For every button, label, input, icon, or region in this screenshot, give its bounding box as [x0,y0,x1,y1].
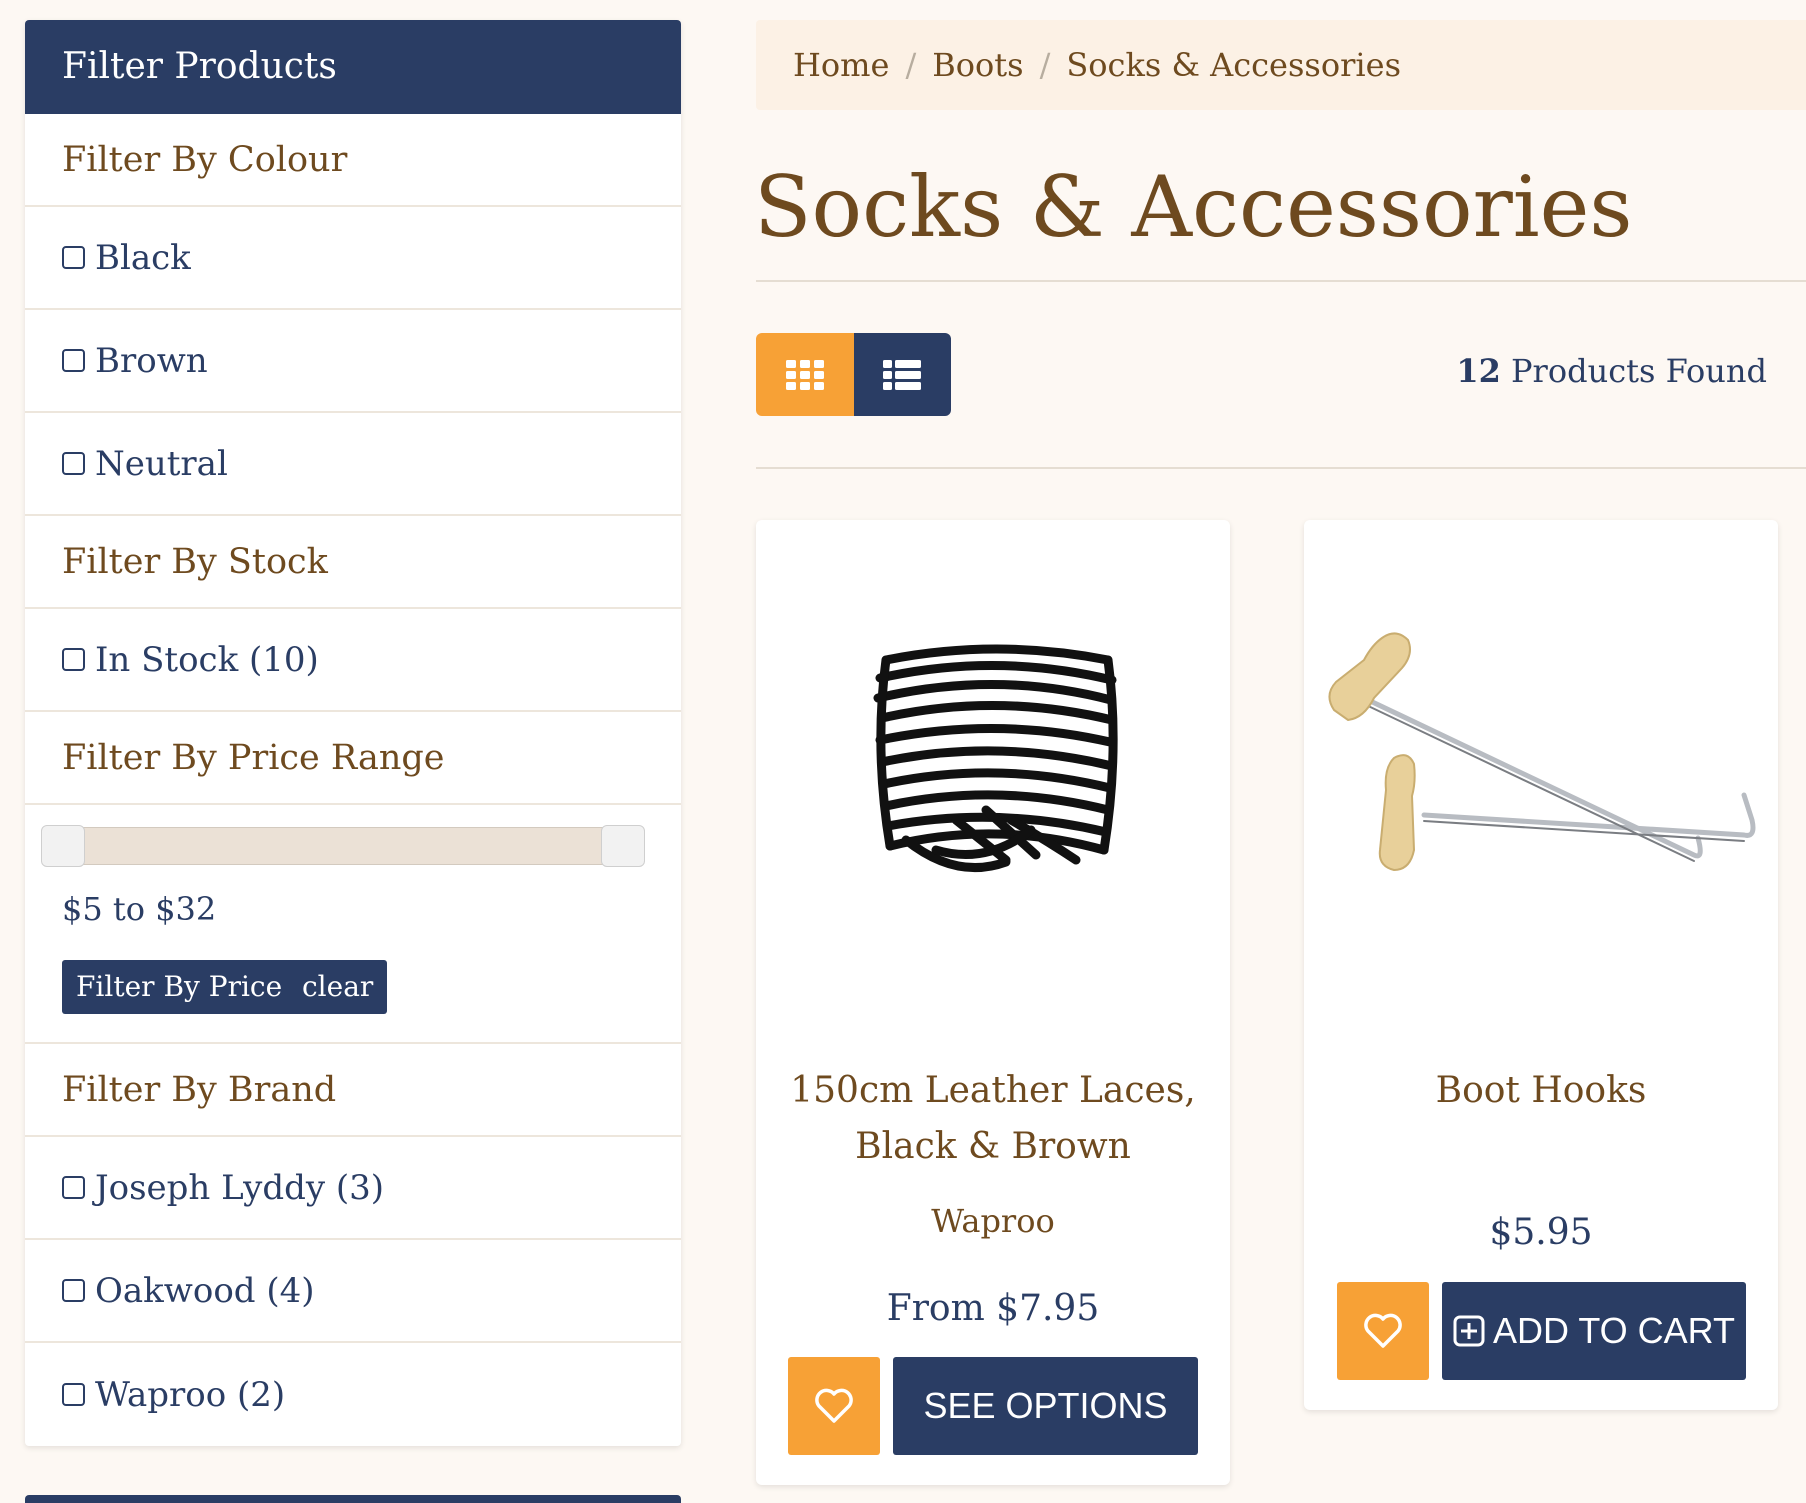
checkbox-icon[interactable] [62,452,85,475]
breadcrumb-separator: / [1039,46,1051,84]
option-label: In Stock (10) [95,639,319,680]
filter-brand-waproo[interactable]: Waproo (2) [25,1343,681,1446]
product-name[interactable]: 150cm Leather Laces, Black & Brown [786,1063,1200,1175]
option-label: Brown [95,340,208,381]
filter-in-stock[interactable]: In Stock (10) [25,609,681,712]
add-to-cart-button[interactable]: ADD TO CART [1442,1282,1746,1380]
products-count: 12 [1456,352,1501,390]
breadcrumb-home[interactable]: Home [793,46,889,84]
checkbox-icon[interactable] [62,1383,85,1406]
checkbox-icon[interactable] [62,246,85,269]
filter-brand-oakwood[interactable]: Oakwood (4) [25,1240,681,1343]
product-price: $5.95 [1489,1212,1593,1253]
see-options-label: SEE OPTIONS [923,1385,1168,1426]
filter-colour-heading: Filter By Colour [25,114,681,207]
clear-price-button[interactable]: clear [288,960,388,1014]
product-name[interactable]: Boot Hooks [1334,1063,1748,1119]
products-found: 12 Products Found [1456,352,1767,390]
filter-title: Filter Products [25,20,681,114]
checkbox-icon[interactable] [62,648,85,671]
plus-square-icon [1453,1315,1485,1347]
next-panel-header [25,1495,681,1503]
divider [756,280,1806,282]
divider [756,467,1806,469]
breadcrumb: Home / Boots / Socks & Accessories [756,20,1806,110]
price-slider-min-handle[interactable] [41,825,85,867]
product-brand: Waproo [931,1202,1055,1240]
breadcrumb-boots[interactable]: Boots [932,46,1023,84]
grid-view-button[interactable] [756,333,854,416]
wishlist-button[interactable] [1337,1282,1429,1380]
filter-colour-brown[interactable]: Brown [25,310,681,413]
filter-sidebar: Filter Products Filter By Colour Black B… [25,20,681,1446]
heart-icon [1364,1313,1402,1348]
checkbox-icon[interactable] [62,349,85,372]
product-price: From $7.95 [886,1288,1100,1329]
products-found-label: Products Found [1511,352,1767,390]
filter-colour-black[interactable]: Black [25,207,681,310]
breadcrumb-current: Socks & Accessories [1066,46,1401,84]
grid-icon [785,359,824,390]
list-view-button[interactable] [853,333,951,416]
add-to-cart-label: ADD TO CART [1492,1310,1736,1351]
product-card: Boot Hooks $5.95 ADD TO CART [1304,520,1778,1410]
filter-brand-joseph-lyddy[interactable]: Joseph Lyddy (3) [25,1137,681,1240]
heart-icon [815,1388,853,1423]
checkbox-icon[interactable] [62,1279,85,1302]
filter-colour-neutral[interactable]: Neutral [25,413,681,516]
price-slider[interactable] [41,825,645,867]
product-card: 150cm Leather Laces, Black & Brown Wapro… [756,520,1230,1485]
price-range-text: $5 to $32 [62,890,217,928]
price-slider-max-handle[interactable] [601,825,645,867]
checkbox-icon[interactable] [62,1176,85,1199]
breadcrumb-separator: / [905,46,917,84]
see-options-button[interactable]: SEE OPTIONS [893,1357,1198,1455]
filter-brand-heading: Filter By Brand [25,1044,681,1137]
option-label: Neutral [95,443,228,484]
filter-price-heading: Filter By Price Range [25,712,681,805]
list-icon [883,359,922,390]
filter-by-price-button[interactable]: Filter By Price [62,960,297,1014]
filter-stock-heading: Filter By Stock [25,516,681,609]
page-title: Socks & Accessories [754,158,1633,256]
option-label: Oakwood (4) [95,1270,315,1311]
leather-laces-image[interactable] [756,520,1230,970]
boot-hooks-image[interactable] [1304,520,1778,970]
option-label: Waproo (2) [95,1374,286,1415]
wishlist-button[interactable] [788,1357,880,1455]
option-label: Joseph Lyddy (3) [95,1167,385,1208]
price-filter: $5 to $32 Filter By Price clear [25,805,681,1044]
option-label: Black [95,237,191,278]
view-toggle [756,333,951,416]
